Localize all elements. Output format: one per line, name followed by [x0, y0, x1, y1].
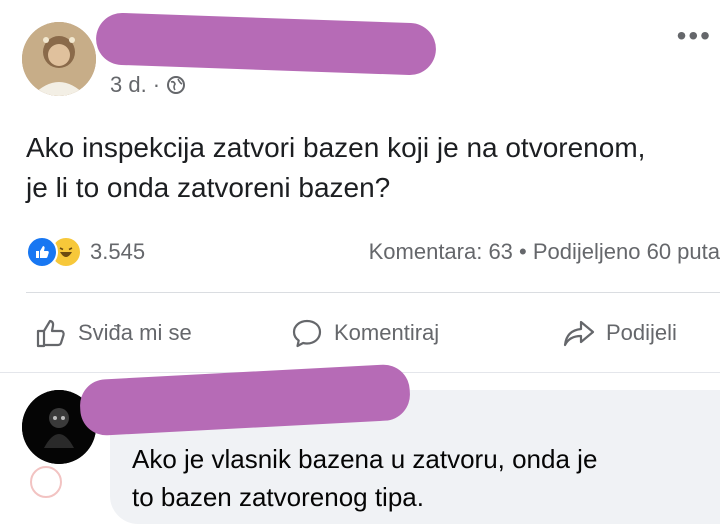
speech-bubble-icon: [292, 319, 322, 348]
reaction-count: 3.545: [90, 239, 146, 264]
comment-text-line: Ako je vlasnik bazena u zatvoru, onda je: [132, 444, 598, 474]
poster-avatar[interactable]: [22, 22, 96, 96]
comment-label: Komentiraj: [334, 320, 440, 345]
redacted-poster-name: [95, 12, 437, 76]
reactions-summary[interactable]: 3.545: [26, 236, 145, 268]
watermark-logo: [30, 466, 62, 498]
comment-text: Ako je vlasnik bazena u zatvoru, onda je…: [132, 440, 712, 516]
facebook-post: 3 d. · ••• Ako inspekcija zatvori bazen …: [0, 0, 720, 524]
share-label: Podijeli: [606, 320, 677, 345]
share-arrow-icon: [563, 320, 595, 347]
like-button[interactable]: Sviđa mi se: [34, 316, 192, 350]
comment-text-line: to bazen zatvorenog tipa.: [132, 482, 424, 512]
like-reaction-icon: [26, 236, 58, 268]
post-meta: 3 d. ·: [110, 72, 186, 98]
like-label: Sviđa mi se: [78, 320, 192, 345]
more-options-button[interactable]: •••: [677, 22, 712, 50]
post-text-line: je li to onda zatvoreni bazen?: [26, 172, 391, 203]
globe-icon: [167, 76, 186, 94]
share-button[interactable]: Podijeli: [562, 316, 677, 350]
watermark-emblem-icon: [30, 466, 62, 498]
post-actions: Sviđa mi se Komentiraj Podijeli: [0, 305, 720, 361]
post-text-line: Ako inspekcija zatvori bazen koji je na …: [26, 132, 646, 163]
post-stats: 3.545 Komentara: 63 • Podijeljeno 60 put…: [26, 234, 720, 270]
comment-button[interactable]: Komentiraj: [290, 316, 439, 350]
post-text: Ako inspekcija zatvori bazen koji je na …: [26, 128, 716, 208]
thumbs-up-icon: [36, 319, 65, 348]
divider: [26, 292, 720, 293]
comments-shares-count[interactable]: Komentara: 63 • Podijeljeno 60 puta: [369, 239, 720, 265]
post-timestamp[interactable]: 3 d. ·: [110, 72, 160, 98]
